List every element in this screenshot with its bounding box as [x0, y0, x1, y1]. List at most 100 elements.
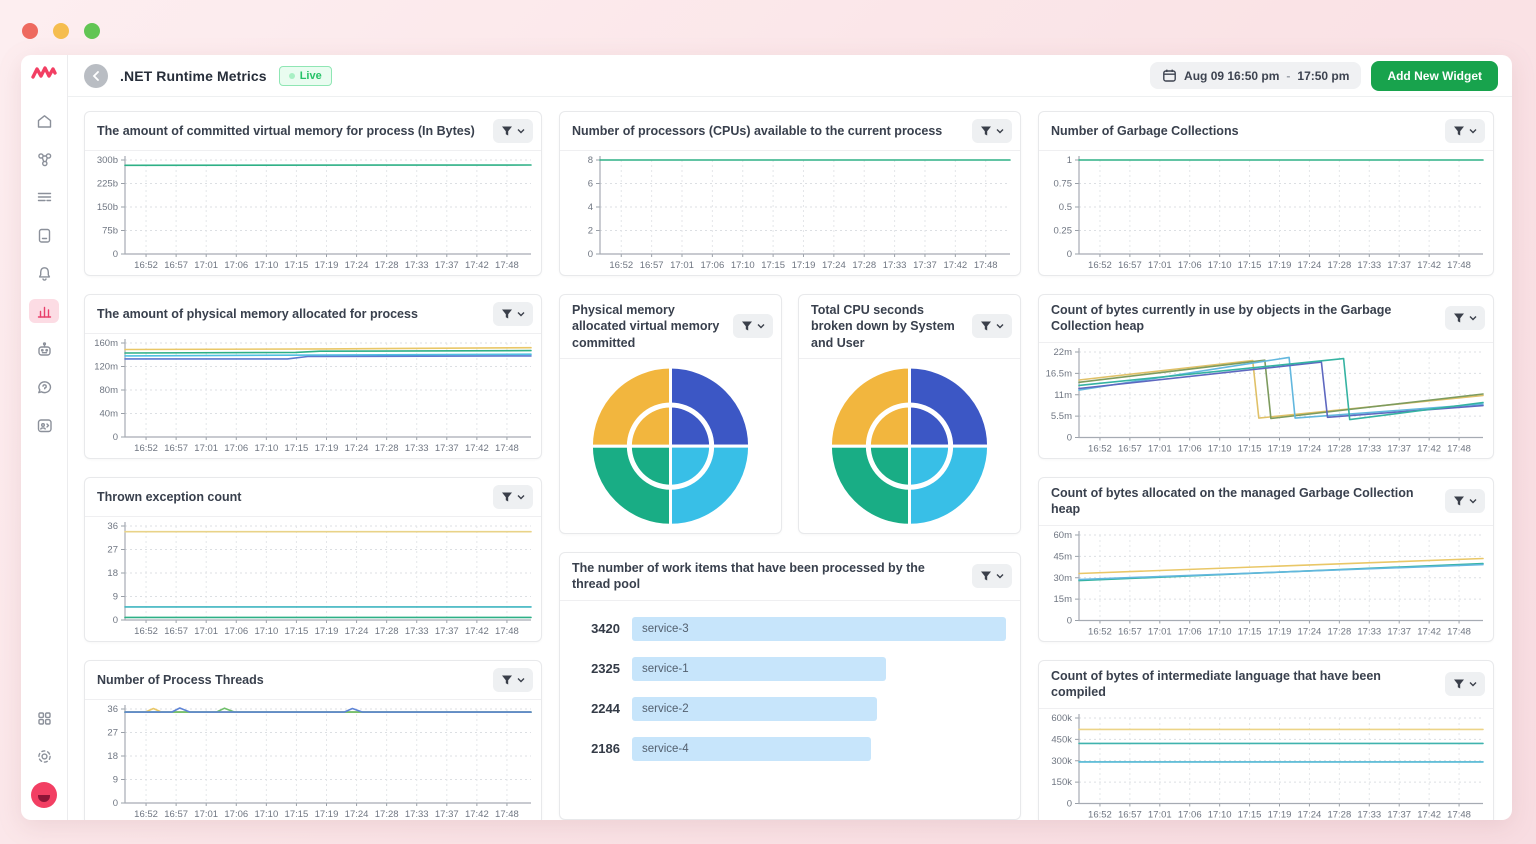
- svg-text:1: 1: [1067, 155, 1072, 166]
- sidebar-item-settings[interactable]: [29, 744, 59, 768]
- filter-button[interactable]: [493, 668, 533, 692]
- work-item-row: 2186service-4: [568, 737, 1006, 761]
- svg-text:80m: 80m: [100, 385, 119, 396]
- add-new-widget-button[interactable]: Add New Widget: [1371, 61, 1498, 91]
- dashboard-grid: The amount of committed virtual memory f…: [68, 97, 1512, 820]
- svg-text:18: 18: [107, 751, 118, 762]
- svg-text:16:57: 16:57: [1118, 443, 1142, 454]
- svg-text:17:33: 17:33: [405, 809, 429, 820]
- svg-text:11m: 11m: [1054, 389, 1072, 400]
- sidebar-item-session[interactable]: [29, 413, 59, 437]
- work-items-bar-list: 3420service-32325service-12244service-22…: [560, 601, 1020, 820]
- chat-bubble-icon: [35, 378, 54, 397]
- svg-text:16:57: 16:57: [164, 809, 188, 820]
- sidebar-item-support[interactable]: [29, 375, 59, 399]
- sidebar-item-bot[interactable]: [29, 337, 59, 361]
- chevron-down-icon: [757, 323, 765, 329]
- svg-text:17:42: 17:42: [465, 809, 489, 820]
- sidebar-item-documents[interactable]: [29, 223, 59, 247]
- svg-text:17:06: 17:06: [224, 260, 248, 271]
- work-item-row: 3420service-3: [568, 617, 1006, 641]
- filter-button[interactable]: [493, 119, 533, 143]
- filter-button[interactable]: [1445, 489, 1485, 513]
- svg-text:17:01: 17:01: [194, 809, 218, 820]
- svg-text:17:24: 17:24: [1298, 260, 1322, 271]
- work-item-bar[interactable]: service-2: [632, 697, 877, 721]
- svg-text:600k: 600k: [1051, 713, 1072, 724]
- filter-button[interactable]: [1445, 672, 1485, 696]
- svg-text:40m: 40m: [100, 409, 119, 420]
- chart-panel-gc-allocated: Count of bytes allocated on the managed …: [1038, 477, 1494, 642]
- sidebar-item-services[interactable]: [29, 147, 59, 171]
- svg-text:17:28: 17:28: [852, 260, 876, 271]
- sidebar-item-alerts[interactable]: [29, 261, 59, 285]
- close-window-button[interactable]: [22, 23, 38, 39]
- svg-text:16:52: 16:52: [1088, 809, 1112, 820]
- filter-button[interactable]: [972, 119, 1012, 143]
- date-range-separator: -: [1286, 69, 1290, 83]
- work-item-bar[interactable]: service-3: [632, 617, 1006, 641]
- work-item-bar[interactable]: service-1: [632, 657, 886, 681]
- svg-text:17:10: 17:10: [731, 260, 755, 271]
- user-avatar[interactable]: [31, 782, 57, 808]
- line-chart: 160m120m80m40m016:5216:5717:0117:0617:10…: [85, 334, 541, 458]
- minimize-window-button[interactable]: [53, 23, 69, 39]
- svg-text:16:52: 16:52: [134, 809, 158, 820]
- svg-text:17:10: 17:10: [254, 809, 278, 820]
- chart-panel-process-threads: Number of Process Threads 3627189016:521…: [84, 660, 542, 820]
- svg-text:17:10: 17:10: [254, 260, 278, 271]
- chart-panel-gc-heap-in-use: Count of bytes currently in use by objec…: [1038, 294, 1494, 459]
- panel-title: Number of Process Threads: [97, 672, 264, 688]
- svg-text:16:52: 16:52: [1088, 626, 1112, 637]
- chevron-down-icon: [517, 494, 525, 500]
- svg-text:22m: 22m: [1054, 347, 1073, 358]
- svg-text:17:37: 17:37: [913, 260, 937, 271]
- date-range-picker[interactable]: Aug 09 16:50 pm - 17:50 pm: [1150, 62, 1361, 89]
- work-item-track: service-2: [632, 697, 1006, 721]
- filter-icon: [1453, 495, 1465, 507]
- svg-text:17:24: 17:24: [1298, 443, 1322, 454]
- sidebar-footer: [29, 706, 59, 808]
- filter-button[interactable]: [1445, 119, 1485, 143]
- donut-chart: [560, 359, 781, 533]
- filter-button[interactable]: [733, 314, 773, 338]
- svg-text:17:37: 17:37: [435, 626, 459, 637]
- filter-button[interactable]: [1445, 306, 1485, 330]
- sidebar-item-apps[interactable]: [29, 706, 59, 730]
- svg-text:27: 27: [107, 545, 118, 556]
- brand-logo-icon[interactable]: [31, 64, 57, 87]
- svg-text:17:01: 17:01: [1148, 626, 1172, 637]
- line-chart: 600k450k300k150k016:5216:5717:0117:0617:…: [1039, 709, 1493, 821]
- sidebar-item-home[interactable]: [29, 109, 59, 133]
- filter-button[interactable]: [972, 314, 1012, 338]
- svg-text:0: 0: [1067, 432, 1072, 443]
- svg-text:17:42: 17:42: [465, 260, 489, 271]
- svg-text:17:42: 17:42: [1417, 626, 1441, 637]
- svg-text:17:06: 17:06: [224, 809, 248, 820]
- svg-text:450k: 450k: [1051, 734, 1072, 745]
- svg-text:300b: 300b: [97, 155, 118, 166]
- filter-button[interactable]: [493, 302, 533, 326]
- chart-panel-cpu-donut: Total CPU seconds broken down by System …: [798, 294, 1021, 534]
- chevron-down-icon: [517, 677, 525, 683]
- sidebar-item-metrics[interactable]: [29, 299, 59, 323]
- chart-panel-memory-donut: Physical memory allocated virtual memory…: [559, 294, 782, 534]
- document-icon: [35, 226, 54, 245]
- app-window: .NET Runtime Metrics Live Aug 09 16:50 p…: [21, 55, 1512, 820]
- donut-chart: [799, 359, 1020, 533]
- svg-text:120m: 120m: [94, 362, 118, 373]
- back-button[interactable]: [84, 64, 108, 88]
- svg-text:36: 36: [107, 521, 118, 532]
- sidebar: [21, 55, 68, 820]
- panel-title: Total CPU seconds broken down by System …: [811, 302, 964, 351]
- sidebar-item-logs[interactable]: [29, 185, 59, 209]
- filter-button[interactable]: [493, 485, 533, 509]
- svg-text:17:10: 17:10: [1208, 626, 1232, 637]
- svg-text:17:19: 17:19: [792, 260, 816, 271]
- work-item-bar[interactable]: service-4: [632, 737, 871, 761]
- svg-text:225b: 225b: [97, 179, 118, 190]
- window-controls: [22, 23, 100, 39]
- chevron-down-icon: [517, 128, 525, 134]
- filter-button[interactable]: [972, 564, 1012, 588]
- zoom-window-button[interactable]: [84, 23, 100, 39]
